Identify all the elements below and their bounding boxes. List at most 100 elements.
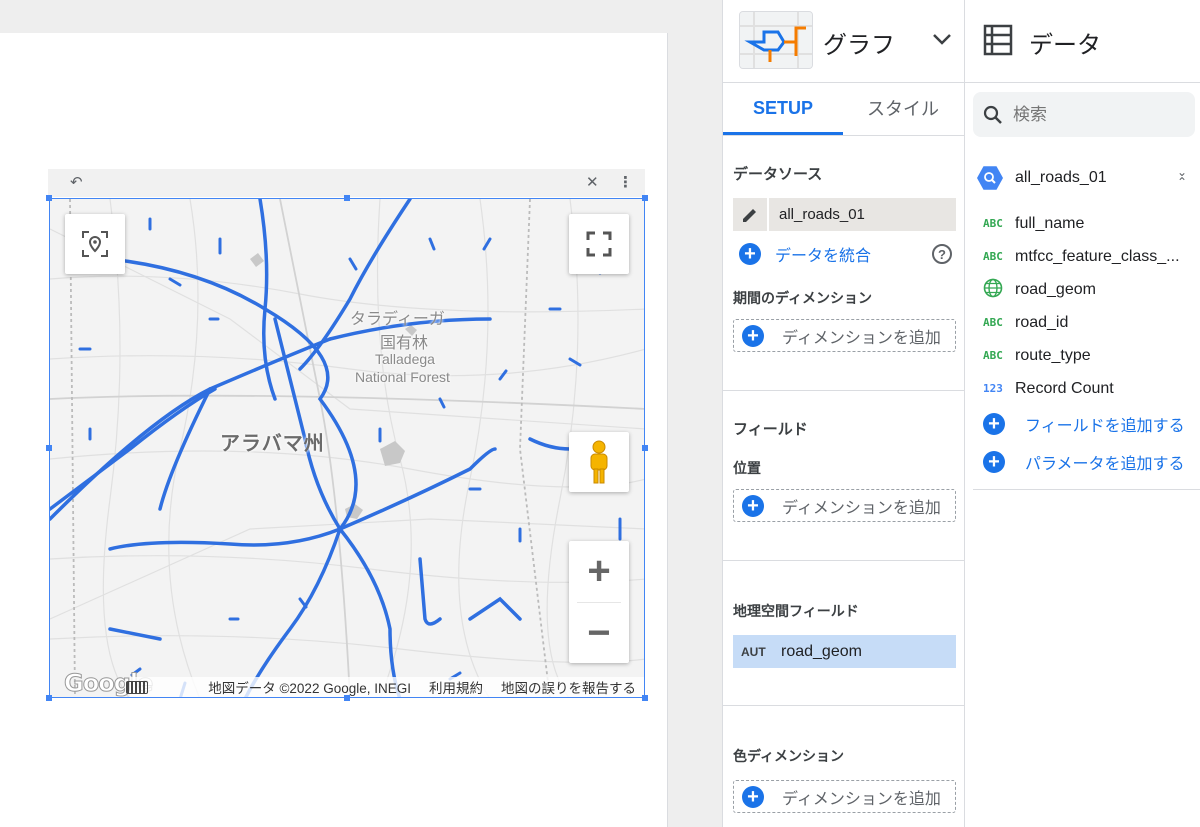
zoom-in-button[interactable]: + [569,541,629,602]
add-dimension-label: ディメンションを追加 [782,329,941,347]
add-field-button[interactable]: + フィールドを追加する [973,405,1200,443]
fullscreen-icon [586,231,612,257]
field-name: road_geom [1015,280,1096,298]
undo-icon[interactable]: ↶ [70,174,83,192]
add-parameter-button[interactable]: + パラメータを追加する [973,443,1200,481]
bigquery-icon [977,166,1003,190]
text-type-icon: ABC [983,349,1003,362]
collapse-icon[interactable]: ⌄ ⌃ [1177,166,1187,188]
more-vert-icon[interactable]: ⋮ [618,174,633,192]
fields-section: フィールド 位置 + ディメンションを追加 [723,391,964,561]
keyboard-icon[interactable] [126,681,148,694]
chart-toolbar: ↶ ✕ ⋮ [48,169,645,197]
color-dimension-section: 色ディメンション + ディメンションを追加 [723,706,964,827]
date-dimension-heading: 期間のディメンション [733,290,873,306]
add-color-dimension-button[interactable]: + ディメンションを追加 [733,780,956,813]
data-source-section: データソース all_roads_01 + データを統合 ? 期間のディメンショ… [723,136,964,391]
globe-icon [973,278,1015,301]
add-field-label: フィールドを追加する [1025,418,1185,435]
forest-label-en2: National Forest [355,369,450,385]
divider [973,489,1200,490]
add-circle-icon: + [983,451,1005,473]
add-date-dimension-button[interactable]: + ディメンションを追加 [733,319,956,352]
data-panel: データ all_roads_01 ⌄⌃ ABC full_name ABC mt… [965,0,1200,827]
data-source-name: all_roads_01 [779,206,865,223]
chart-type-header[interactable]: グラフ [723,0,964,83]
resize-handle[interactable] [642,445,648,451]
text-type-icon: ABC [983,316,1003,329]
data-source-name: all_roads_01 [1015,169,1107,186]
field-item[interactable]: ABC route_type [973,339,1200,372]
resize-handle[interactable] [46,195,52,201]
table-icon [983,24,1013,56]
geo-field-chip[interactable]: AUT road_geom [733,635,956,668]
field-item[interactable]: ABC full_name [973,207,1200,240]
data-panel-header: データ [965,0,1200,83]
add-location-dimension-button[interactable]: + ディメンションを追加 [733,489,956,522]
fullscreen-button[interactable] [569,214,629,274]
data-source-heading: データソース [733,166,823,183]
zoom-out-button[interactable]: − [569,603,629,664]
geo-field-heading: 地理空間フィールド [733,603,859,619]
field-list: ABC full_name ABC mtfcc_feature_class_..… [973,207,1200,481]
help-icon[interactable]: ? [932,244,952,264]
blend-data-label: データを統合 [775,248,872,265]
field-item[interactable]: ABC mtfcc_feature_class_... [973,240,1200,273]
report-error-link[interactable]: 地図の誤りを報告する [501,677,636,697]
add-circle-icon: + [742,324,764,347]
add-circle-icon: + [742,494,764,517]
add-circle-icon: + [983,413,1005,435]
resize-handle[interactable] [642,695,648,701]
map-attribution: 地図データ ©2022 Google, INEGI 利用規約 地図の誤りを報告す… [130,677,644,697]
number-type-icon: 123 [983,382,1003,395]
data-source-header[interactable]: all_roads_01 ⌄ ⌃ [977,163,1195,193]
blend-data-button[interactable]: + データを統合 [739,242,871,266]
resize-handle[interactable] [344,695,350,701]
field-type-badge: AUT [741,644,766,659]
data-panel-title: データ [1029,32,1101,59]
field-name: mtfcc_feature_class_... [1015,247,1180,265]
field-name: road_id [1015,313,1069,331]
resize-handle[interactable] [46,695,52,701]
add-dimension-label: ディメンションを追加 [782,790,941,808]
field-search-box[interactable] [973,92,1195,137]
color-dimension-heading: 色ディメンション [733,748,845,764]
edit-icon[interactable] [733,198,769,231]
road-network [50,199,644,697]
resize-handle[interactable] [46,445,52,451]
attribution-text: 地図データ ©2022 Google, INEGI [208,681,411,696]
text-type-icon: ABC [983,217,1003,230]
tab-setup[interactable]: SETUP [723,83,843,135]
my-location-button[interactable] [65,214,125,274]
tab-style[interactable]: スタイル [843,83,963,135]
search-icon [983,105,1002,124]
field-item[interactable]: road_geom [973,273,1200,306]
state-label: アラバマ州 [220,433,325,455]
add-dimension-label: ディメンションを追加 [782,499,941,517]
map-chart-thumbnail-icon [740,12,812,68]
street-view-button[interactable] [569,432,629,492]
text-type-icon: ABC [983,250,1003,263]
search-input[interactable] [1013,104,1183,125]
fields-heading: フィールド [733,421,808,438]
field-item[interactable]: 123 Record Count [973,372,1200,405]
resize-handle[interactable] [344,195,350,201]
data-source-row[interactable]: all_roads_01 [733,198,956,231]
chart-type-thumbnail[interactable] [739,11,813,69]
forest-label-jp2: 国有林 [380,335,429,352]
terms-link[interactable]: 利用規約 [429,677,483,697]
add-parameter-label: パラメータを追加する [1025,456,1185,473]
zoom-control: + − [569,541,629,663]
forest-label-en: Talladega [375,351,435,367]
location-label: 位置 [733,460,761,476]
cross-filter-off-icon[interactable]: ✕ [586,174,599,192]
resize-handle[interactable] [642,195,648,201]
chart-type-title: グラフ [823,32,895,59]
field-name: full_name [1015,214,1085,232]
field-name: route_type [1015,346,1091,364]
field-item[interactable]: ABC road_id [973,306,1200,339]
map-chart[interactable]: タラディーガ 国有林 Talladega National Forest アラバ… [49,198,645,698]
chevron-down-icon[interactable] [929,26,955,52]
geo-field-section: 地理空間フィールド AUT road_geom [723,561,964,706]
add-circle-icon: + [742,785,764,808]
